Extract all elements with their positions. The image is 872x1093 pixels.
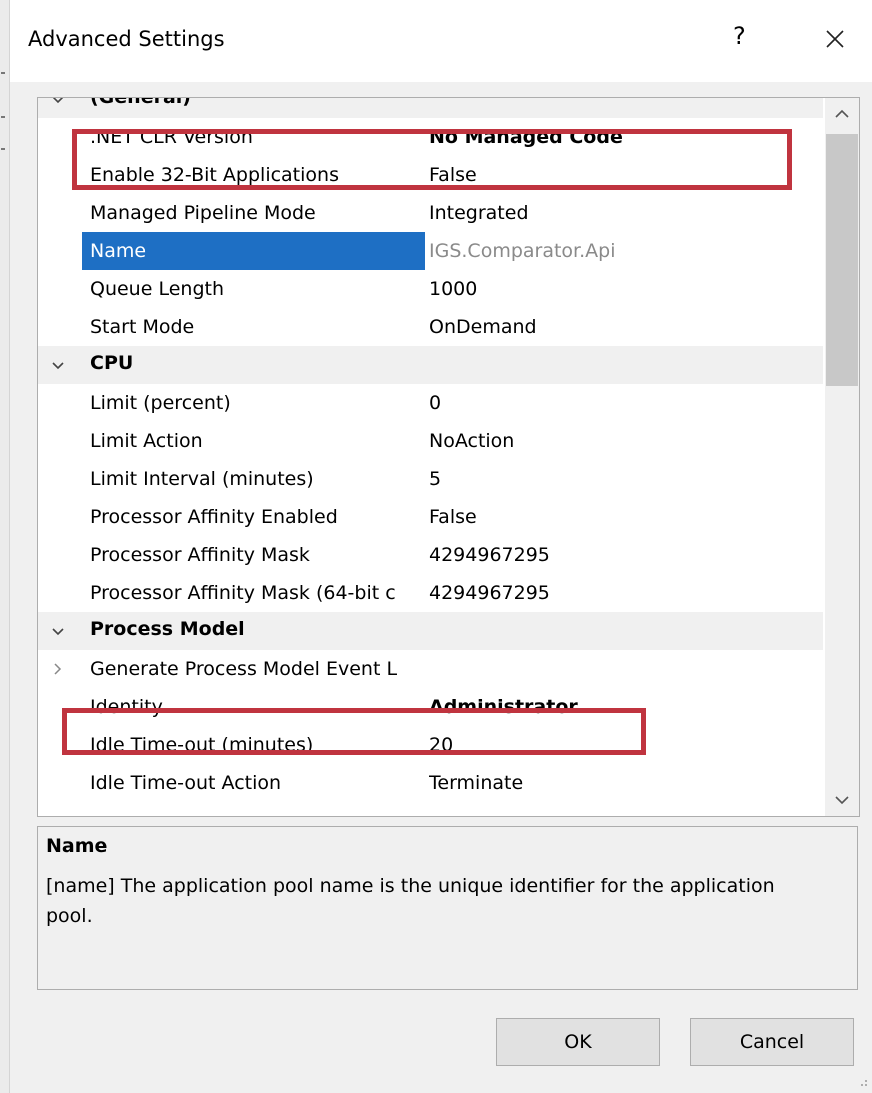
background-window-strip bbox=[0, 0, 10, 1093]
property-row-net-clr-version[interactable]: .NET CLR Version No Managed Code bbox=[38, 118, 823, 156]
property-row-name[interactable]: Name IGS.Comparator.Api bbox=[38, 232, 823, 270]
property-value[interactable]: False bbox=[429, 498, 823, 536]
property-name: Queue Length bbox=[90, 278, 224, 300]
property-row-enable-32-bit-applications[interactable]: Enable 32-Bit Applications False bbox=[38, 156, 823, 194]
property-value[interactable]: 5 bbox=[429, 460, 823, 498]
property-value[interactable]: IGS.Comparator.Api bbox=[429, 232, 823, 270]
property-row-limit-action[interactable]: Limit Action NoAction bbox=[38, 422, 823, 460]
property-value[interactable]: False bbox=[429, 156, 823, 194]
advanced-settings-dialog: Advanced Settings ? (General) .NET CLR Ve… bbox=[10, 0, 872, 1093]
property-row-limit-interval-minutes[interactable]: Limit Interval (minutes) 5 bbox=[38, 460, 823, 498]
property-row-processor-affinity-enabled[interactable]: Processor Affinity Enabled False bbox=[38, 498, 823, 536]
property-value[interactable]: Terminate bbox=[429, 764, 823, 802]
close-icon[interactable] bbox=[820, 24, 850, 54]
property-row-limit-percent[interactable]: Limit (percent) 0 bbox=[38, 384, 823, 422]
property-name: Processor Affinity Mask bbox=[90, 544, 310, 566]
property-row-start-mode[interactable]: Start Mode OnDemand bbox=[38, 308, 823, 346]
property-value[interactable]: 0 bbox=[429, 384, 823, 422]
chevron-right-icon[interactable] bbox=[50, 662, 64, 676]
property-row-idle-time-out-action[interactable]: Idle Time-out Action Terminate bbox=[38, 764, 823, 802]
property-name: Processor Affinity Mask (64-bit c bbox=[90, 582, 396, 604]
property-row-identity[interactable]: Identity Administrator bbox=[38, 688, 823, 726]
category-label: (General) bbox=[90, 97, 191, 108]
description-panel: Name [name] The application pool name is… bbox=[37, 826, 858, 990]
property-name: .NET CLR Version bbox=[90, 126, 253, 148]
property-name: Start Mode bbox=[90, 316, 195, 338]
scrollbar-thumb[interactable] bbox=[826, 134, 858, 386]
category-row-process-model[interactable]: Process Model bbox=[38, 612, 823, 650]
ok-button[interactable]: OK bbox=[496, 1018, 660, 1066]
property-name: Limit (percent) bbox=[90, 392, 231, 414]
property-name: Idle Time-out Action bbox=[90, 772, 282, 794]
property-value[interactable]: NoAction bbox=[429, 422, 823, 460]
title-bar: Advanced Settings ? bbox=[10, 0, 872, 82]
resize-grip-icon[interactable] bbox=[858, 1077, 868, 1087]
property-row-managed-pipeline-mode[interactable]: Managed Pipeline Mode Integrated bbox=[38, 194, 823, 232]
property-value[interactable]: No Managed Code bbox=[429, 118, 823, 156]
property-value[interactable]: Integrated bbox=[429, 194, 823, 232]
category-row-cpu[interactable]: CPU bbox=[38, 346, 823, 384]
category-row-general[interactable]: (General) bbox=[38, 97, 823, 118]
chevron-down-icon[interactable] bbox=[50, 623, 66, 639]
property-name: Limit Interval (minutes) bbox=[90, 468, 314, 490]
property-name: Limit Action bbox=[90, 430, 203, 452]
scroll-up-icon[interactable] bbox=[834, 108, 850, 120]
property-row-idle-time-out-minutes[interactable]: Idle Time-out (minutes) 20 bbox=[38, 726, 823, 764]
property-row-processor-affinity-mask[interactable]: Processor Affinity Mask 4294967295 bbox=[38, 536, 823, 574]
property-grid[interactable]: (General) .NET CLR Version No Managed Code… bbox=[37, 97, 860, 817]
property-name: Generate Process Model Event L bbox=[90, 658, 398, 680]
category-label: Process Model bbox=[90, 618, 245, 640]
property-row-generate-process-model-event-l[interactable]: Generate Process Model Event L bbox=[38, 650, 823, 688]
property-value[interactable]: 4294967295 bbox=[429, 536, 823, 574]
description-title: Name bbox=[46, 835, 108, 857]
property-value[interactable]: 4294967295 bbox=[429, 574, 823, 612]
property-row-processor-affinity-mask-64-bit-c[interactable]: Processor Affinity Mask (64-bit c 4294967… bbox=[38, 574, 823, 612]
help-button[interactable]: ? bbox=[733, 22, 746, 50]
property-name: Enable 32-Bit Applications bbox=[90, 164, 339, 186]
dialog-title: Advanced Settings bbox=[28, 27, 225, 51]
property-value[interactable] bbox=[429, 650, 823, 688]
property-row-queue-length[interactable]: Queue Length 1000 bbox=[38, 270, 823, 308]
property-name: Managed Pipeline Mode bbox=[90, 202, 316, 224]
scroll-down-icon[interactable] bbox=[834, 794, 850, 806]
property-name: Name bbox=[82, 232, 425, 270]
cancel-button[interactable]: Cancel bbox=[690, 1018, 854, 1066]
property-value[interactable]: 20 bbox=[429, 726, 823, 764]
vertical-scrollbar[interactable] bbox=[825, 98, 859, 816]
property-value[interactable]: 1000 bbox=[429, 270, 823, 308]
chevron-down-icon[interactable] bbox=[50, 357, 66, 373]
property-value[interactable]: OnDemand bbox=[429, 308, 823, 346]
chevron-down-icon[interactable] bbox=[50, 97, 66, 107]
property-name: Idle Time-out (minutes) bbox=[90, 734, 314, 756]
property-name: Identity bbox=[90, 696, 163, 718]
description-text: [name] The application pool name is the … bbox=[46, 875, 775, 927]
property-name: Processor Affinity Enabled bbox=[90, 506, 338, 528]
property-value[interactable]: Administrator bbox=[429, 688, 823, 726]
category-label: CPU bbox=[90, 352, 134, 374]
